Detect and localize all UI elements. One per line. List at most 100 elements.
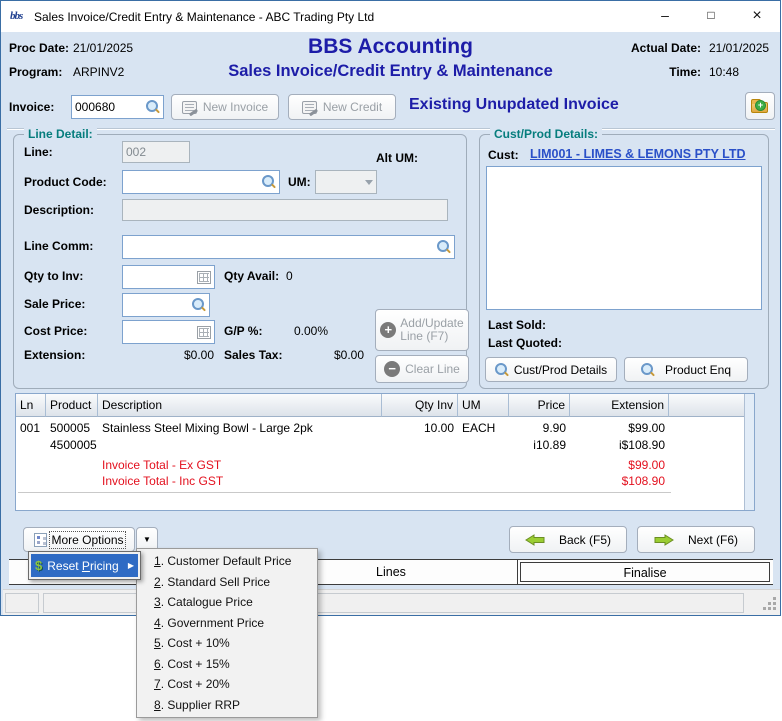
maximize-button[interactable]: □	[688, 1, 734, 32]
col-qty-inv: Qty Inv	[382, 394, 458, 417]
divider	[7, 128, 775, 130]
line-detail-group: Line Detail: Line: Alt UM: Product Code:…	[13, 134, 467, 389]
clear-line-label: Clear Line	[405, 362, 460, 376]
menu-item-cost-plus-20[interactable]: 7. Cost + 20%	[137, 674, 317, 695]
qty-to-inv-field[interactable]	[122, 265, 215, 289]
last-quoted-label: Last Quoted:	[488, 336, 562, 350]
new-invoice-label: New Invoice	[203, 100, 268, 114]
menu-item-supplier-rrp[interactable]: 8. Supplier RRP	[137, 695, 317, 716]
menu-item-government-price[interactable]: 4. Government Price	[137, 613, 317, 634]
next-button[interactable]: Next (F6)	[637, 526, 755, 553]
app-window: bbs Sales Invoice/Credit Entry & Mainten…	[0, 0, 781, 616]
time-value: 10:48	[709, 65, 739, 79]
last-sold-label: Last Sold:	[488, 318, 546, 332]
qty-to-inv-input[interactable]	[126, 270, 197, 284]
sale-price-label: Sale Price:	[24, 297, 85, 311]
cust-label: Cust:	[488, 148, 519, 162]
search-icon[interactable]	[192, 298, 206, 312]
more-options-label: More Options	[51, 533, 123, 547]
cost-price-input[interactable]	[126, 325, 197, 339]
menu-item-customer-default-price[interactable]: 1. Customer Default Price	[137, 551, 317, 572]
invoice-number-field[interactable]	[71, 95, 164, 119]
col-price: Price	[509, 394, 570, 417]
description-input[interactable]	[126, 203, 444, 217]
table-divider	[18, 492, 671, 493]
gp-value: 0.00%	[294, 324, 328, 338]
menu-item-cost-plus-10[interactable]: 5. Cost + 10%	[137, 633, 317, 654]
more-options-button[interactable]: More Options	[23, 527, 135, 552]
new-document-icon	[302, 101, 317, 114]
total-label: Invoice Total - Inc GST	[98, 472, 382, 490]
qty-to-inv-label: Qty to Inv:	[24, 269, 83, 283]
invoice-label: Invoice:	[9, 100, 54, 114]
customer-link[interactable]: LIM001 - LIMES & LEMONS PTY LTD	[530, 147, 746, 161]
minimize-button[interactable]: –	[642, 1, 688, 32]
line-comm-input[interactable]	[126, 240, 437, 254]
next-label: Next (F6)	[688, 533, 738, 547]
screen: bbs Sales Invoice/Credit Entry & Mainten…	[0, 0, 782, 721]
folder-add-icon: +	[751, 102, 768, 113]
description-field[interactable]	[122, 199, 448, 221]
cust-prod-group: Cust/Prod Details: Cust: LIM001 - LIMES …	[479, 134, 769, 389]
alt-um-label: Alt UM:	[376, 151, 418, 165]
calculator-icon[interactable]	[197, 326, 211, 339]
clear-line-button[interactable]: − Clear Line	[375, 355, 469, 383]
new-credit-button[interactable]: New Credit	[288, 94, 396, 120]
search-icon[interactable]	[146, 100, 160, 114]
col-product: Product	[46, 394, 98, 417]
cust-prod-details-button[interactable]: Cust/Prod Details	[485, 357, 617, 382]
cell-product: 500005	[46, 419, 98, 437]
cell-description: Stainless Steel Mixing Bowl - Large 2pk	[98, 419, 382, 437]
search-icon[interactable]	[262, 175, 276, 189]
line-comm-label: Line Comm:	[24, 239, 93, 253]
window-title: Sales Invoice/Credit Entry & Maintenance…	[34, 10, 374, 24]
col-um: UM	[458, 394, 509, 417]
table-scrollbar[interactable]	[744, 394, 754, 510]
status-bar	[3, 589, 780, 615]
menu-item-reset-pricing[interactable]: $ Reset Pricing ▶	[31, 554, 138, 577]
invoice-status-text: Existing Unupdated Invoice	[409, 96, 619, 114]
line-comm-field[interactable]	[122, 235, 455, 259]
cost-price-field[interactable]	[122, 320, 215, 344]
dropdown-arrow-icon: ▼	[143, 535, 151, 544]
new-credit-label: New Credit	[323, 100, 382, 114]
cell-qty: 10.00	[382, 419, 458, 437]
menu-item-standard-sell-price[interactable]: 2. Standard Sell Price	[137, 572, 317, 593]
window-controls: – □ ×	[642, 1, 780, 32]
cell-um: EACH	[458, 419, 509, 437]
title-bar: bbs Sales Invoice/Credit Entry & Mainten…	[1, 1, 780, 32]
sale-price-input[interactable]	[126, 298, 192, 312]
tab-finalise[interactable]: Finalise	[520, 562, 770, 582]
qty-avail-value: 0	[286, 269, 293, 283]
open-invoice-list-button[interactable]: +	[745, 92, 775, 120]
reset-pricing-submenu: 1. Customer Default Price 2. Standard Se…	[136, 548, 318, 718]
add-update-line-button[interactable]: + Add/Update Line (F7)	[375, 309, 469, 351]
cell-extension: $99.00	[570, 419, 669, 437]
line-detail-title: Line Detail:	[24, 127, 97, 141]
product-code-input[interactable]	[126, 175, 262, 189]
product-enq-button[interactable]: Product Enq	[624, 357, 748, 382]
product-code-field[interactable]	[122, 170, 280, 194]
cost-price-label: Cost Price:	[24, 324, 87, 338]
product-enq-label: Product Enq	[665, 363, 731, 377]
gp-label: G/P %:	[224, 324, 262, 338]
um-select[interactable]	[315, 170, 377, 194]
sale-price-field[interactable]	[122, 293, 210, 317]
line-number-field[interactable]	[122, 141, 190, 163]
minus-circle-icon: −	[384, 361, 400, 377]
new-invoice-button[interactable]: New Invoice	[171, 94, 279, 120]
cust-prod-title: Cust/Prod Details:	[490, 127, 602, 141]
um-label: UM:	[288, 175, 311, 189]
col-extension: Extension	[570, 394, 669, 417]
new-document-icon	[182, 101, 197, 114]
arrow-left-icon	[525, 534, 545, 546]
resize-grip[interactable]	[764, 598, 776, 610]
back-button[interactable]: Back (F5)	[509, 526, 627, 553]
line-number-input[interactable]	[126, 145, 186, 159]
menu-item-cost-plus-15[interactable]: 6. Cost + 15%	[137, 654, 317, 675]
invoice-number-input[interactable]	[75, 100, 146, 114]
search-icon[interactable]	[437, 240, 451, 254]
close-button[interactable]: ×	[734, 1, 780, 32]
calculator-icon[interactable]	[197, 271, 211, 284]
menu-item-catalogue-price[interactable]: 3. Catalogue Price	[137, 592, 317, 613]
